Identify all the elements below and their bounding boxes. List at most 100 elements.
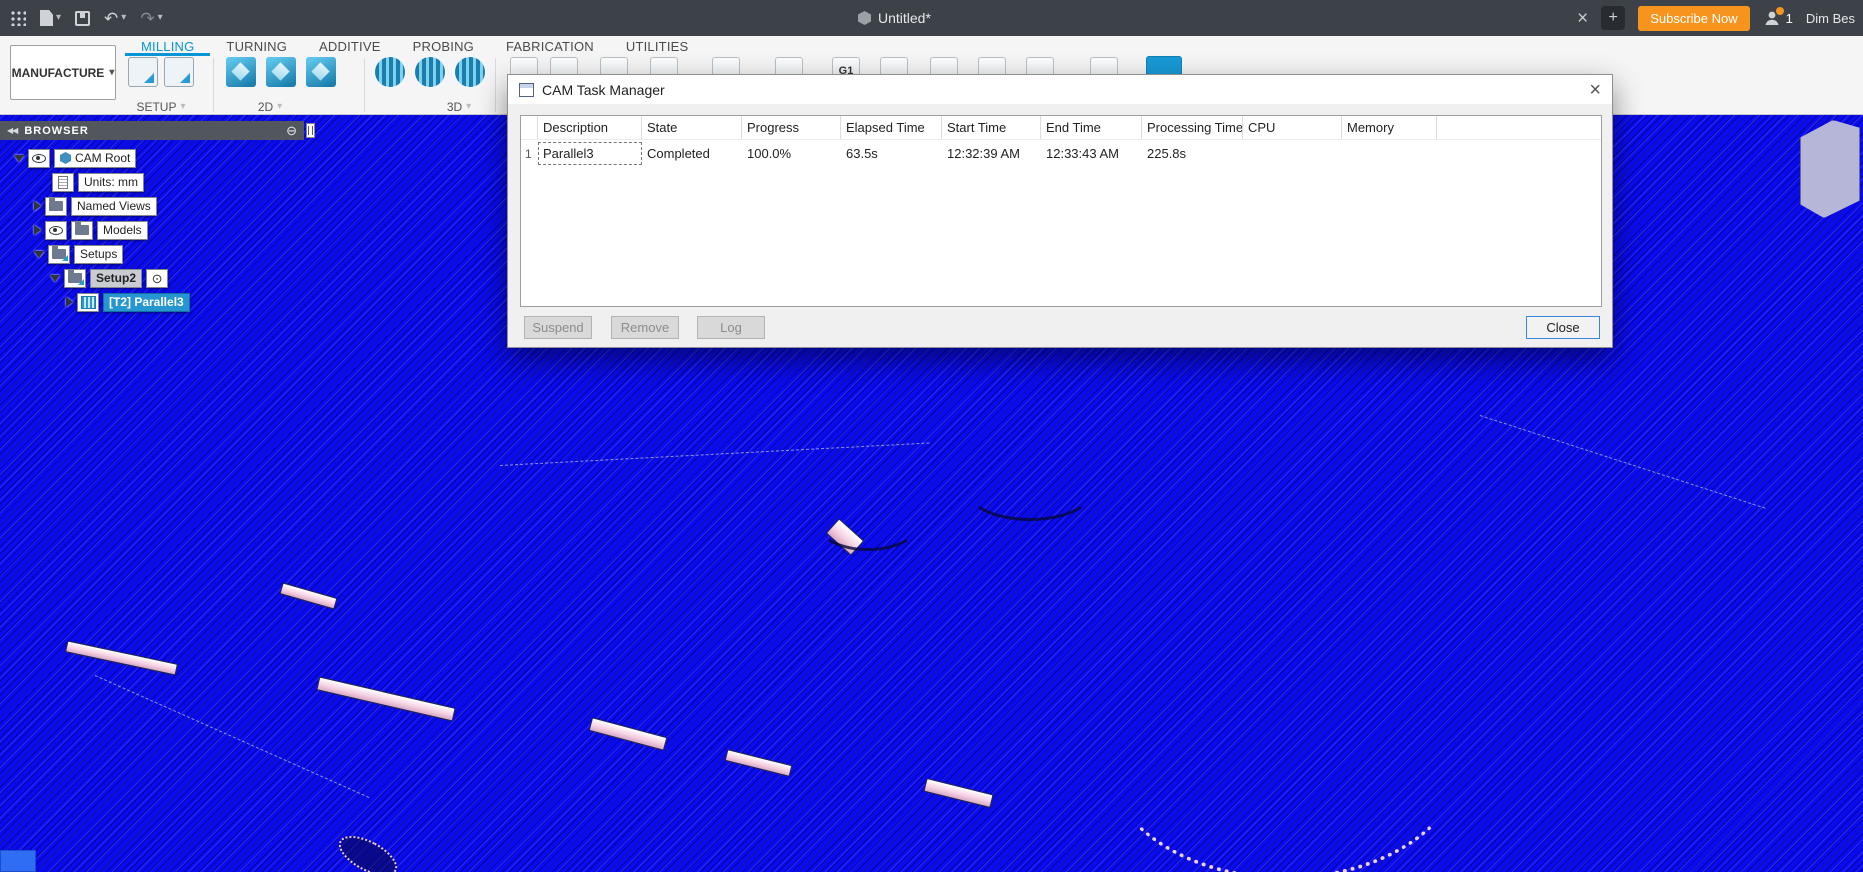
expand-arrow-icon[interactable] <box>14 154 24 162</box>
tree-item-label: [T2] Parallel3 <box>109 295 184 309</box>
tab-additive[interactable]: ADDITIVE <box>303 36 397 56</box>
chevron-down-icon: ▾ <box>56 12 62 23</box>
tree-item-units[interactable]: Units: mm <box>52 170 304 194</box>
save-button[interactable] <box>75 10 91 26</box>
toolpath-ridge <box>279 582 338 610</box>
task-description-cell[interactable]: Parallel3 <box>538 142 642 165</box>
setup-icon <box>68 270 82 283</box>
undo-icon: ↶ <box>104 8 119 28</box>
setup2-icon-box <box>64 268 86 288</box>
3d-adaptive-icon[interactable] <box>375 57 405 87</box>
dialog-buttons: Suspend Remove Log Close <box>508 316 1612 339</box>
tree-item-setups[interactable]: Setups <box>34 242 304 266</box>
document-title: Untitled* <box>878 10 931 26</box>
tab-milling[interactable]: MILLING <box>125 36 211 56</box>
setups-folder-icon <box>52 246 66 259</box>
ribbon-separator <box>364 58 365 112</box>
tab-probing[interactable]: PROBING <box>397 36 490 56</box>
dialog-titlebar[interactable]: CAM Task Manager × <box>508 75 1612 104</box>
suspend-button[interactable]: Suspend <box>524 316 592 339</box>
tree-item-label: Units: mm <box>84 175 138 189</box>
titlebar-right-tools: × + Subscribe Now 1 Dim Bes <box>1577 0 1855 36</box>
notifications-area[interactable]: 1 <box>1763 7 1793 27</box>
column-state[interactable]: State <box>642 116 742 139</box>
minimize-panel-icon[interactable]: ⊖ <box>286 123 297 139</box>
document-tab[interactable]: Untitled* <box>858 0 931 36</box>
tree-label-setup2[interactable]: Setup2 <box>90 268 143 288</box>
active-setup-toggle[interactable]: ⊙ <box>146 268 169 288</box>
redo-button[interactable]: ↷ ▾ <box>140 10 162 27</box>
setup-sheet-icon[interactable] <box>164 57 194 87</box>
chevron-down-icon: ▾ <box>466 101 472 112</box>
tree-label-models[interactable]: Models <box>97 220 148 240</box>
new-document-tab-button[interactable]: + <box>1601 6 1626 30</box>
visibility-toggle[interactable] <box>28 148 50 168</box>
tab-fabrication[interactable]: FABRICATION <box>490 36 610 56</box>
document-close-button[interactable]: × <box>1577 9 1588 28</box>
column-cpu[interactable]: CPU <box>1243 116 1342 139</box>
tree-label-cam-root[interactable]: CAM Root <box>54 148 137 168</box>
remove-button[interactable]: Remove <box>611 316 679 339</box>
group-2d[interactable]: 2D ▾ <box>248 100 292 114</box>
tree-item-setup2[interactable]: Setup2 ⊙ <box>50 266 304 290</box>
tree-label-parallel3[interactable]: [T2] Parallel3 <box>103 292 190 312</box>
column-progress[interactable]: Progress <box>742 116 841 139</box>
tree-label-setups[interactable]: Setups <box>74 244 124 264</box>
close-button[interactable]: Close <box>1526 316 1600 339</box>
toolpath-trace <box>1479 415 1766 509</box>
tree-item-models[interactable]: Models <box>34 218 304 242</box>
browser-panel-handle[interactable] <box>306 123 315 138</box>
tree-label-units[interactable]: Units: mm <box>78 172 144 192</box>
tree-item-cam-root[interactable]: CAM Root <box>14 146 304 170</box>
fusion-app-window: ▾ ↶ ▾ ↷ ▾ Untitled* × + Subscribe Now 1 … <box>0 0 1863 872</box>
undo-button[interactable]: ↶ ▾ <box>104 10 126 27</box>
file-menu-button[interactable]: ▾ <box>40 10 61 26</box>
column-elapsed-time[interactable]: Elapsed Time <box>841 116 942 139</box>
toolpath-ridge <box>588 717 668 751</box>
eye-icon <box>32 153 46 163</box>
browser-title: BROWSER <box>24 124 89 137</box>
toolpath-ridge <box>724 749 793 777</box>
2d-face-icon[interactable] <box>226 57 256 87</box>
task-end-cell: 12:33:43 AM <box>1046 146 1119 161</box>
column-start-time[interactable]: Start Time <box>942 116 1041 139</box>
tree-item-named-views[interactable]: Named Views <box>34 194 304 218</box>
collapse-panel-icon[interactable]: ◀◀ <box>7 126 18 135</box>
tab-turning[interactable]: TURNING <box>210 36 303 56</box>
task-row[interactable]: 1 Parallel3 Completed 100.0% 63.5s 12:32… <box>521 140 1601 167</box>
tree-label-named-views[interactable]: Named Views <box>71 196 157 216</box>
new-setup-icon[interactable] <box>128 57 158 87</box>
expand-arrow-icon[interactable] <box>34 225 41 235</box>
log-button[interactable]: Log <box>697 316 765 339</box>
2d-adaptive-icon[interactable] <box>266 57 296 87</box>
expand-arrow-icon[interactable] <box>34 250 44 258</box>
workspace-selector[interactable]: MANUFACTURE ▾ <box>10 45 116 100</box>
toolpath-arc <box>965 457 1095 521</box>
subscribe-now-button[interactable]: Subscribe Now <box>1638 5 1750 31</box>
2d-pocket-icon[interactable] <box>306 57 336 87</box>
browser-header[interactable]: ◀◀ BROWSER ⊖ <box>0 121 304 140</box>
3d-parallel-icon[interactable] <box>455 57 485 87</box>
group-3d[interactable]: 3D ▾ <box>437 100 481 114</box>
column-processing-time[interactable]: Processing Time <box>1142 116 1243 139</box>
column-end-time[interactable]: End Time <box>1041 116 1142 139</box>
expand-arrow-icon[interactable] <box>50 274 60 282</box>
tab-utilities[interactable]: UTILITIES <box>610 36 704 56</box>
task-state-cell: Completed <box>647 146 710 161</box>
column-memory[interactable]: Memory <box>1342 116 1437 139</box>
dialog-close-button[interactable]: × <box>1589 80 1601 100</box>
row-number-column <box>521 116 538 139</box>
3d-contour-icon[interactable] <box>415 57 445 87</box>
named-views-icon-box <box>45 196 67 216</box>
group-setup[interactable]: SETUP ▾ <box>128 100 194 114</box>
app-grid-icon[interactable] <box>10 10 26 26</box>
visibility-toggle[interactable] <box>45 220 67 240</box>
column-description[interactable]: Description <box>538 116 642 139</box>
ribbon-tabs: MILLING TURNING ADDITIVE PROBING FABRICA… <box>125 36 704 56</box>
tree-item-parallel3[interactable]: [T2] Parallel3 <box>66 290 304 314</box>
user-name[interactable]: Dim Bes <box>1806 11 1855 26</box>
notification-badge-dot <box>1775 7 1784 15</box>
chevron-down-icon: ▾ <box>109 66 115 78</box>
expand-arrow-icon[interactable] <box>66 297 73 307</box>
expand-arrow-icon[interactable] <box>34 201 41 211</box>
